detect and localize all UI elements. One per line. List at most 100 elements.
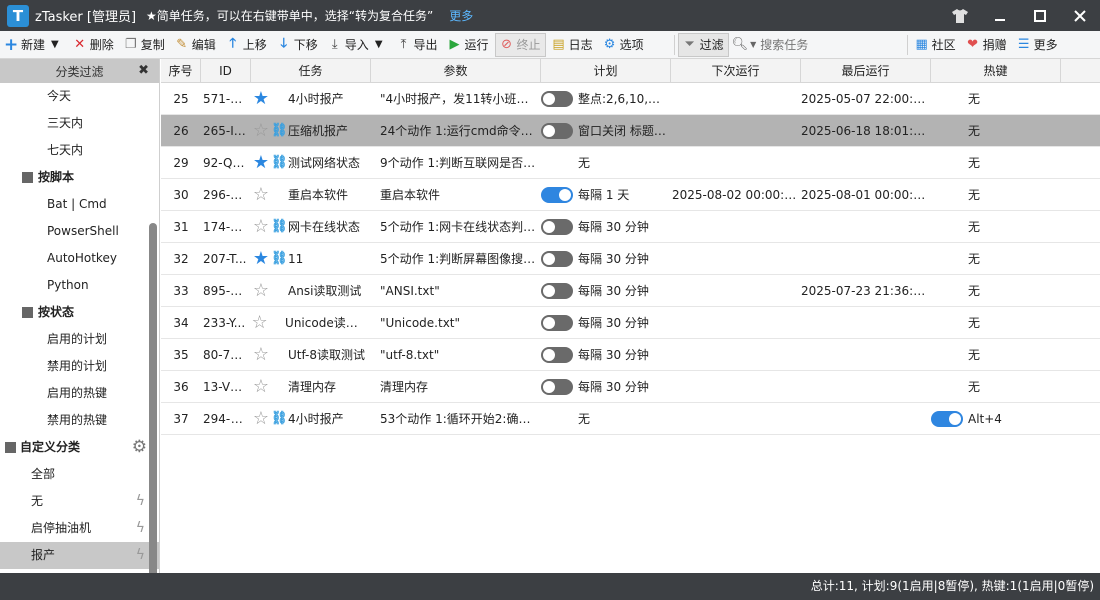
column-header-last-run[interactable]: 最后运行 (801, 59, 931, 83)
sidebar-item-disabled-plans[interactable]: 禁用的计划 (0, 353, 159, 380)
star-icon[interactable]: ☆ (251, 371, 271, 403)
plan-toggle[interactable] (541, 218, 573, 235)
plan-toggle[interactable] (541, 314, 573, 331)
cell-next-run (671, 115, 801, 147)
stop-button[interactable]: ⊘ 终止 (494, 32, 546, 57)
move-up-button[interactable]: 🡑 上移 (222, 33, 271, 57)
column-header-no[interactable]: 序号 (161, 59, 201, 83)
star-icon[interactable]: ☆ (251, 403, 271, 435)
column-header-task[interactable]: 任务 (251, 59, 371, 83)
more-button[interactable]: ☰ 更多 (1013, 33, 1062, 57)
sidebar-item-autohotkey[interactable]: AutoHotkey (0, 245, 159, 272)
delete-label: 删除 (89, 38, 114, 52)
copy-button[interactable]: ❐ 复制 (120, 33, 169, 57)
sidebar-item-three-days[interactable]: 三天内 (0, 110, 159, 137)
plan-toggle[interactable] (541, 282, 573, 299)
import-button[interactable]: ⤓ 导入 (324, 33, 373, 57)
log-button[interactable]: ▤ 日志 (548, 33, 597, 57)
options-button[interactable]: ⚙ 选项 (599, 33, 648, 57)
table-row[interactable]: 32 207-T... ★ ⛓ 11 5个动作 1:判断屏幕图像搜索... 每隔 30 分钟… (161, 243, 1100, 275)
table-row[interactable]: 25 571-RI...★⛓4小时报产 "4小时报产，发11转小班群" ... 整点:… (161, 83, 1100, 115)
star-icon[interactable]: ☆ (251, 307, 268, 339)
table-row[interactable]: 34 233-Y... ☆⛓Unicode读取测... "Unicode.txt" 每隔… (161, 307, 1100, 339)
new-button[interactable]: + 新建 (0, 33, 49, 57)
export-button[interactable]: ⤒ 导出 (393, 33, 442, 57)
lightning-icon[interactable]: ϟ (136, 542, 145, 569)
sidebar-item-python[interactable]: Python (0, 272, 159, 299)
sidebar-item-enabled-plans[interactable]: 启用的计划 (0, 326, 159, 353)
star-icon[interactable]: ★ (251, 243, 271, 275)
hotkey-toggle[interactable] (931, 410, 963, 427)
sidebar-item-powershell[interactable]: PowserShell (0, 218, 159, 245)
community-button[interactable]: ▦ 社区 (911, 33, 960, 57)
star-icon[interactable]: ☆ (251, 211, 271, 243)
sidebar-group-script[interactable]: 按脚本 (0, 164, 159, 191)
sidebar-item-today[interactable]: 今天 (0, 83, 159, 110)
sidebar-item-enabled-hotkeys[interactable]: 启用的热键 (0, 380, 159, 407)
plan-toggle[interactable] (541, 378, 573, 395)
plan-toggle[interactable] (541, 250, 573, 267)
lightning-icon[interactable]: ϟ (136, 488, 145, 515)
plan-toggle[interactable] (541, 186, 573, 203)
gear-icon[interactable]: ⚙ (132, 434, 147, 461)
plan-toggle[interactable] (541, 90, 573, 107)
edit-button[interactable]: ✎ 编辑 (171, 33, 220, 57)
column-header-id[interactable]: ID (201, 59, 251, 83)
run-button[interactable]: ▶ 运行 (444, 33, 493, 57)
search-input[interactable] (760, 37, 901, 52)
column-header-hotkey[interactable]: 热键 (931, 59, 1061, 83)
plan-toggle[interactable] (541, 122, 573, 139)
sidebar-item-bat-cmd[interactable]: Bat | Cmd (0, 191, 159, 218)
lightning-icon[interactable]: ϟ (136, 515, 145, 542)
title-more-link[interactable]: 更多 (449, 7, 473, 24)
close-icon[interactable] (1060, 0, 1100, 31)
sidebar-item-seven-days[interactable]: 七天内 (0, 137, 159, 164)
search-box[interactable]: 🔍︎ ▼ (731, 34, 903, 56)
star-icon[interactable]: ☆ (251, 179, 271, 211)
import-dropdown-icon[interactable]: ▼ (375, 39, 383, 50)
minimize-icon[interactable] (980, 0, 1020, 31)
table-row[interactable]: 3613-VZ...☆⛓清理内存清理内存每隔 30 分钟无 (161, 371, 1100, 403)
new-dropdown-icon[interactable]: ▼ (51, 39, 59, 50)
table-row[interactable]: 30296-R...☆⛓重启本软件重启本软件每隔 1 天2025-08-02 0… (161, 179, 1100, 211)
maximize-icon[interactable] (1020, 0, 1060, 31)
table-row[interactable]: 29 92-QH... ★ ⛓ 测试网络状态 9个动作 1:判断互联网是否在... 无 无 (161, 147, 1100, 179)
sidebar-group-state[interactable]: 按状态 (0, 299, 159, 326)
column-header-param[interactable]: 参数 (371, 59, 541, 83)
move-down-button[interactable]: 🡓 下移 (273, 33, 322, 57)
cell-plan: 无 (541, 403, 671, 435)
star-icon[interactable]: ☆ (251, 275, 271, 307)
list-icon: ☰ (1017, 37, 1030, 52)
filter-button[interactable]: ⏷ 过滤 (677, 32, 729, 57)
sidebar-item-disabled-hotkeys[interactable]: 禁用的热键 (0, 407, 159, 434)
column-header-next-run[interactable]: 下次运行 (671, 59, 801, 83)
sidebar-scrollbar[interactable] (149, 223, 157, 573)
table-row[interactable]: 35 80-75I...☆⛓Utf-8读取测试 "utf-8.txt" 每隔 30 分… (161, 339, 1100, 371)
table-row[interactable]: 31 174-K... ☆ ⛓ 网卡在线状态 5个动作 1:网卡在线状态判断2... 每隔 … (161, 211, 1100, 243)
sidebar-item-report[interactable]: 报产 ϟ (0, 542, 159, 569)
table-row[interactable]: 26 265-IU... ☆ ⛓ 压缩机报产 24个动作 1:运行cmd命令2:延... 窗… (161, 115, 1100, 147)
close-icon[interactable]: ✖ (138, 63, 149, 78)
cell-hotkey: 无 (931, 371, 1061, 403)
table-row[interactable]: 33 895-M...☆⛓Ansi读取测试 "ANSI.txt" 每隔 30 分钟 20… (161, 275, 1100, 307)
cell-task: ☆ ⛓ 压缩机报产 (251, 115, 371, 147)
star-icon[interactable]: ☆ (251, 115, 271, 147)
delete-button[interactable]: ✕ 删除 (69, 33, 118, 57)
search-dropdown-icon[interactable]: ▼ (750, 40, 756, 49)
cell-last-run (801, 339, 931, 371)
sidebar-item-pump[interactable]: 启停抽油机 ϟ (0, 515, 159, 542)
star-icon[interactable]: ★ (251, 83, 271, 115)
plan-text: 每隔 30 分钟 (578, 283, 649, 298)
column-header-plan[interactable]: 计划 (541, 59, 671, 83)
sidebar-item-all[interactable]: 全部 (0, 461, 159, 488)
shirt-icon[interactable] (940, 0, 980, 31)
edit-pencil-icon: ✎ (176, 37, 188, 52)
table-row[interactable]: 37 294-G... ☆ ⛓ 4小时报产 53个动作 1:循环开始2:确定外... 无 Al… (161, 403, 1100, 435)
donate-button[interactable]: ❤ 捐赠 (962, 33, 1011, 57)
star-icon[interactable]: ☆ (251, 339, 271, 371)
star-icon[interactable]: ★ (251, 147, 271, 179)
sidebar-group-custom[interactable]: 自定义分类 ⚙ (0, 434, 159, 461)
sidebar-item-none[interactable]: 无 ϟ (0, 488, 159, 515)
cell-no: 25 (173, 91, 189, 106)
plan-toggle[interactable] (541, 346, 573, 363)
